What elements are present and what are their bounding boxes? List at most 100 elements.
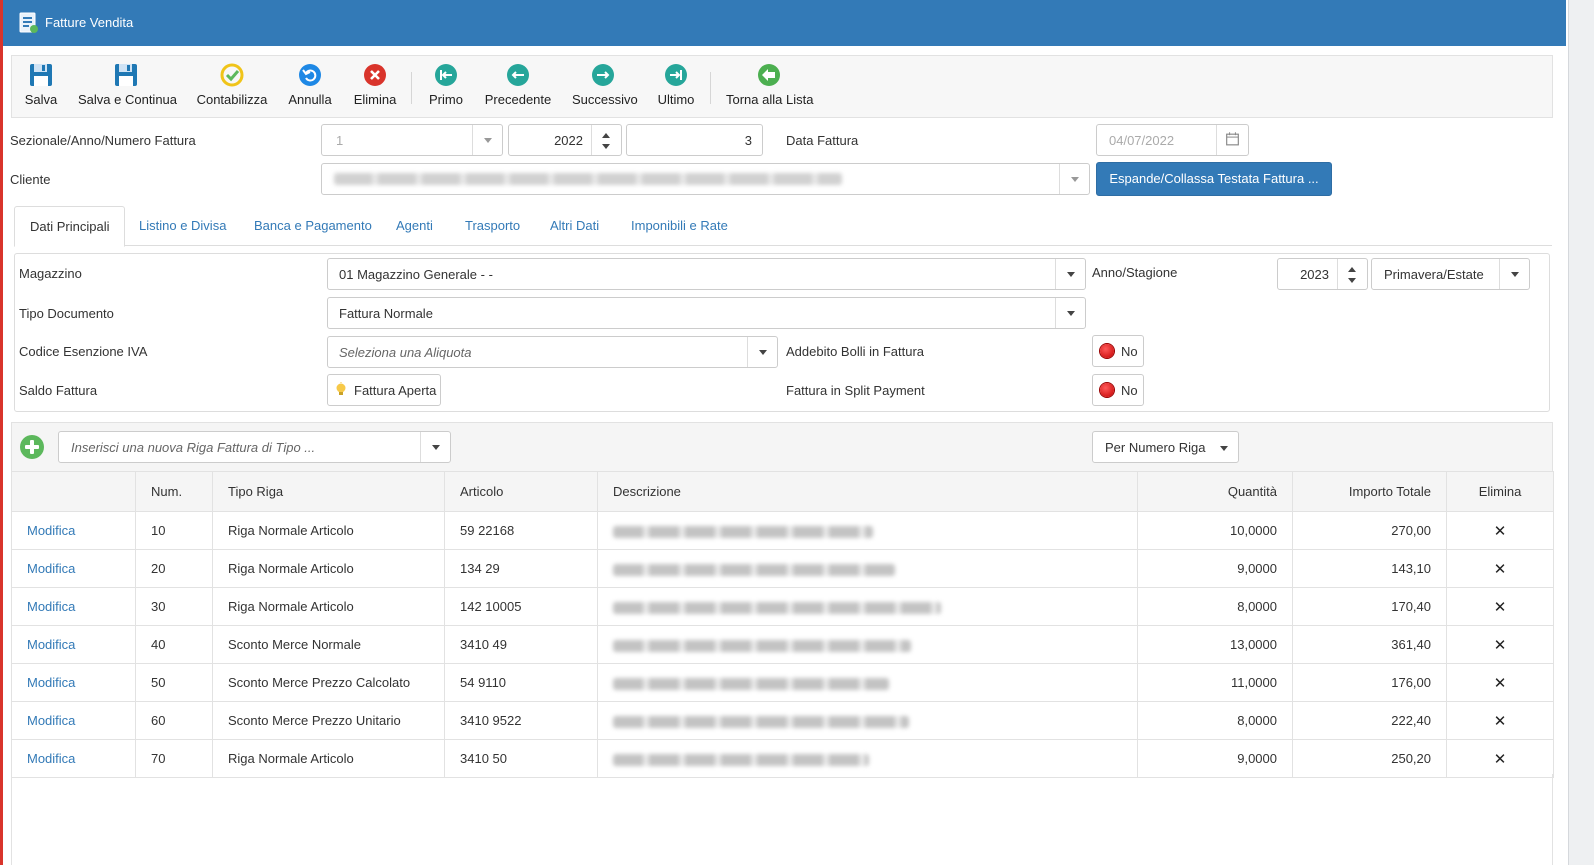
edit-row-link[interactable]: Modifica [27,599,75,614]
stepper-arrows-icon[interactable] [1337,259,1367,289]
row-article: 134 29 [444,549,598,588]
tab-trasporto[interactable]: Trasporto [450,206,535,246]
col-header-row-type[interactable]: Tipo Riga [212,471,445,512]
table-row: Modifica 20 Riga Normale Articolo 134 29… [11,549,1554,588]
tab-imponibili-rate[interactable]: Imponibili e Rate [616,206,743,246]
delete-row-icon[interactable]: ✕ [1494,637,1507,654]
stepper-arrows-icon[interactable] [591,125,621,155]
tab-listino-divisa[interactable]: Listino e Divisa [124,206,241,246]
previous-button[interactable]: Precedente [484,62,552,114]
edit-row-link[interactable]: Modifica [27,637,75,652]
season-select[interactable]: Primavera/Estate [1371,258,1530,290]
table-row: Modifica 50 Sconto Merce Prezzo Calcolat… [11,663,1554,702]
edit-row-link[interactable]: Modifica [27,751,75,766]
expand-header-button[interactable]: Espande/Collassa Testata Fattura ... [1096,162,1332,196]
rows-toolbar: Inserisci una nuova Riga Fattura di Tipo… [11,422,1553,472]
delete-row-icon[interactable]: ✕ [1494,523,1507,540]
col-header-description[interactable]: Descrizione [597,471,1138,512]
delete-row-icon[interactable]: ✕ [1494,751,1507,768]
first-button[interactable]: Primo [424,62,468,114]
row-quantity: 9,0000 [1137,739,1293,778]
invoice-app-icon [19,12,38,33]
tab-agenti[interactable]: Agenti [381,206,448,246]
toolbar: Salva Salva e Continua Contabilizza Annu… [11,55,1553,118]
row-description [597,625,1138,664]
floppy-disk-icon [115,64,137,86]
row-article: 3410 49 [444,625,598,664]
row-description [597,511,1138,550]
red-status-dot-icon [1100,383,1114,397]
doc-type-label: Tipo Documento [19,306,114,321]
table-row: Modifica 10 Riga Normale Articolo 59 221… [11,511,1554,550]
table-row: Modifica 70 Riga Normale Articolo 3410 5… [11,739,1554,778]
next-button[interactable]: Successivo [572,62,638,114]
save-button[interactable]: Salva [18,62,64,114]
add-row-icon[interactable] [20,435,44,459]
description-redacted [613,677,889,690]
row-quantity: 9,0000 [1137,549,1293,588]
col-header-quantity[interactable]: Quantità [1137,471,1293,512]
invoice-form: Salva Salva e Continua Contabilizza Annu… [3,46,1566,865]
client-value-redacted [334,173,842,185]
last-button[interactable]: Ultimo [654,62,698,114]
row-type: Riga Normale Articolo [212,587,445,626]
delete-row-icon[interactable]: ✕ [1494,675,1507,692]
delete-row-icon[interactable]: ✕ [1494,561,1507,578]
edit-row-link[interactable]: Modifica [27,523,75,538]
row-type: Sconto Merce Prezzo Unitario [212,701,445,740]
client-label: Cliente [10,172,51,187]
check-circle-icon [220,63,244,87]
tab-altri-dati[interactable]: Altri Dati [535,206,614,246]
tab-dati-principali[interactable]: Dati Principali [14,206,126,247]
chevron-down-icon [1055,259,1085,289]
delete-row-icon[interactable]: ✕ [1494,713,1507,730]
edit-row-link[interactable]: Modifica [27,561,75,576]
sezionale-select[interactable]: 1 [321,124,503,156]
invoice-balance-button[interactable]: Fattura Aperta [327,374,441,406]
split-payment-toggle[interactable]: No [1092,374,1144,406]
edit-row-link[interactable]: Modifica [27,675,75,690]
stamp-charge-toggle[interactable]: No [1092,335,1144,367]
row-num: 30 [135,587,213,626]
tab-banca-pagamento[interactable]: Banca e Pagamento [239,206,387,246]
vat-exemption-select[interactable]: Seleziona una Aliquota [327,336,778,368]
row-total: 250,20 [1292,739,1447,778]
save-label: Salva [24,92,58,107]
split-payment-label: Fattura in Split Payment [786,383,925,398]
post-label: Contabilizza [196,92,268,107]
sort-order-select[interactable]: Per Numero Riga [1092,431,1239,463]
col-header-actions [11,471,136,512]
delete-row-icon[interactable]: ✕ [1494,599,1507,616]
warehouse-select[interactable]: 01 Magazzino Generale - - [327,258,1086,290]
row-type: Sconto Merce Normale [212,625,445,664]
tab-bar: Dati Principali Listino e Divisa Banca e… [14,206,1552,247]
invoice-number-field[interactable]: 3 [626,124,763,156]
save-continue-button[interactable]: Salva e Continua [78,62,177,114]
previous-label: Precedente [484,92,552,107]
season-year-stepper[interactable]: 2023 [1277,258,1368,290]
year-stepper[interactable]: 2022 [508,124,622,156]
col-header-total[interactable]: Importo Totale [1292,471,1447,512]
chevron-down-icon [420,432,450,462]
row-description [597,739,1138,778]
back-to-list-button[interactable]: Torna alla Lista [726,62,813,114]
chevron-down-icon [472,125,502,155]
col-header-article[interactable]: Articolo [444,471,598,512]
client-select[interactable] [321,163,1090,195]
scrollbar-track[interactable] [1568,0,1594,865]
row-type: Riga Normale Articolo [212,549,445,588]
chevron-down-icon [1059,164,1089,194]
new-row-type-select[interactable]: Inserisci una nuova Riga Fattura di Tipo… [58,431,451,463]
delete-button[interactable]: Elimina [352,62,398,114]
edit-row-link[interactable]: Modifica [27,713,75,728]
calendar-icon[interactable] [1216,125,1248,155]
doc-type-select[interactable]: Fattura Normale [327,297,1086,329]
undo-button[interactable]: Annulla [287,62,333,114]
row-quantity: 13,0000 [1137,625,1293,664]
col-header-num[interactable]: Num. [135,471,213,512]
close-circle-icon [364,64,386,86]
description-redacted [613,715,909,728]
row-total: 222,40 [1292,701,1447,740]
invoice-date-picker[interactable]: 04/07/2022 [1096,124,1249,156]
post-button[interactable]: Contabilizza [196,62,268,114]
